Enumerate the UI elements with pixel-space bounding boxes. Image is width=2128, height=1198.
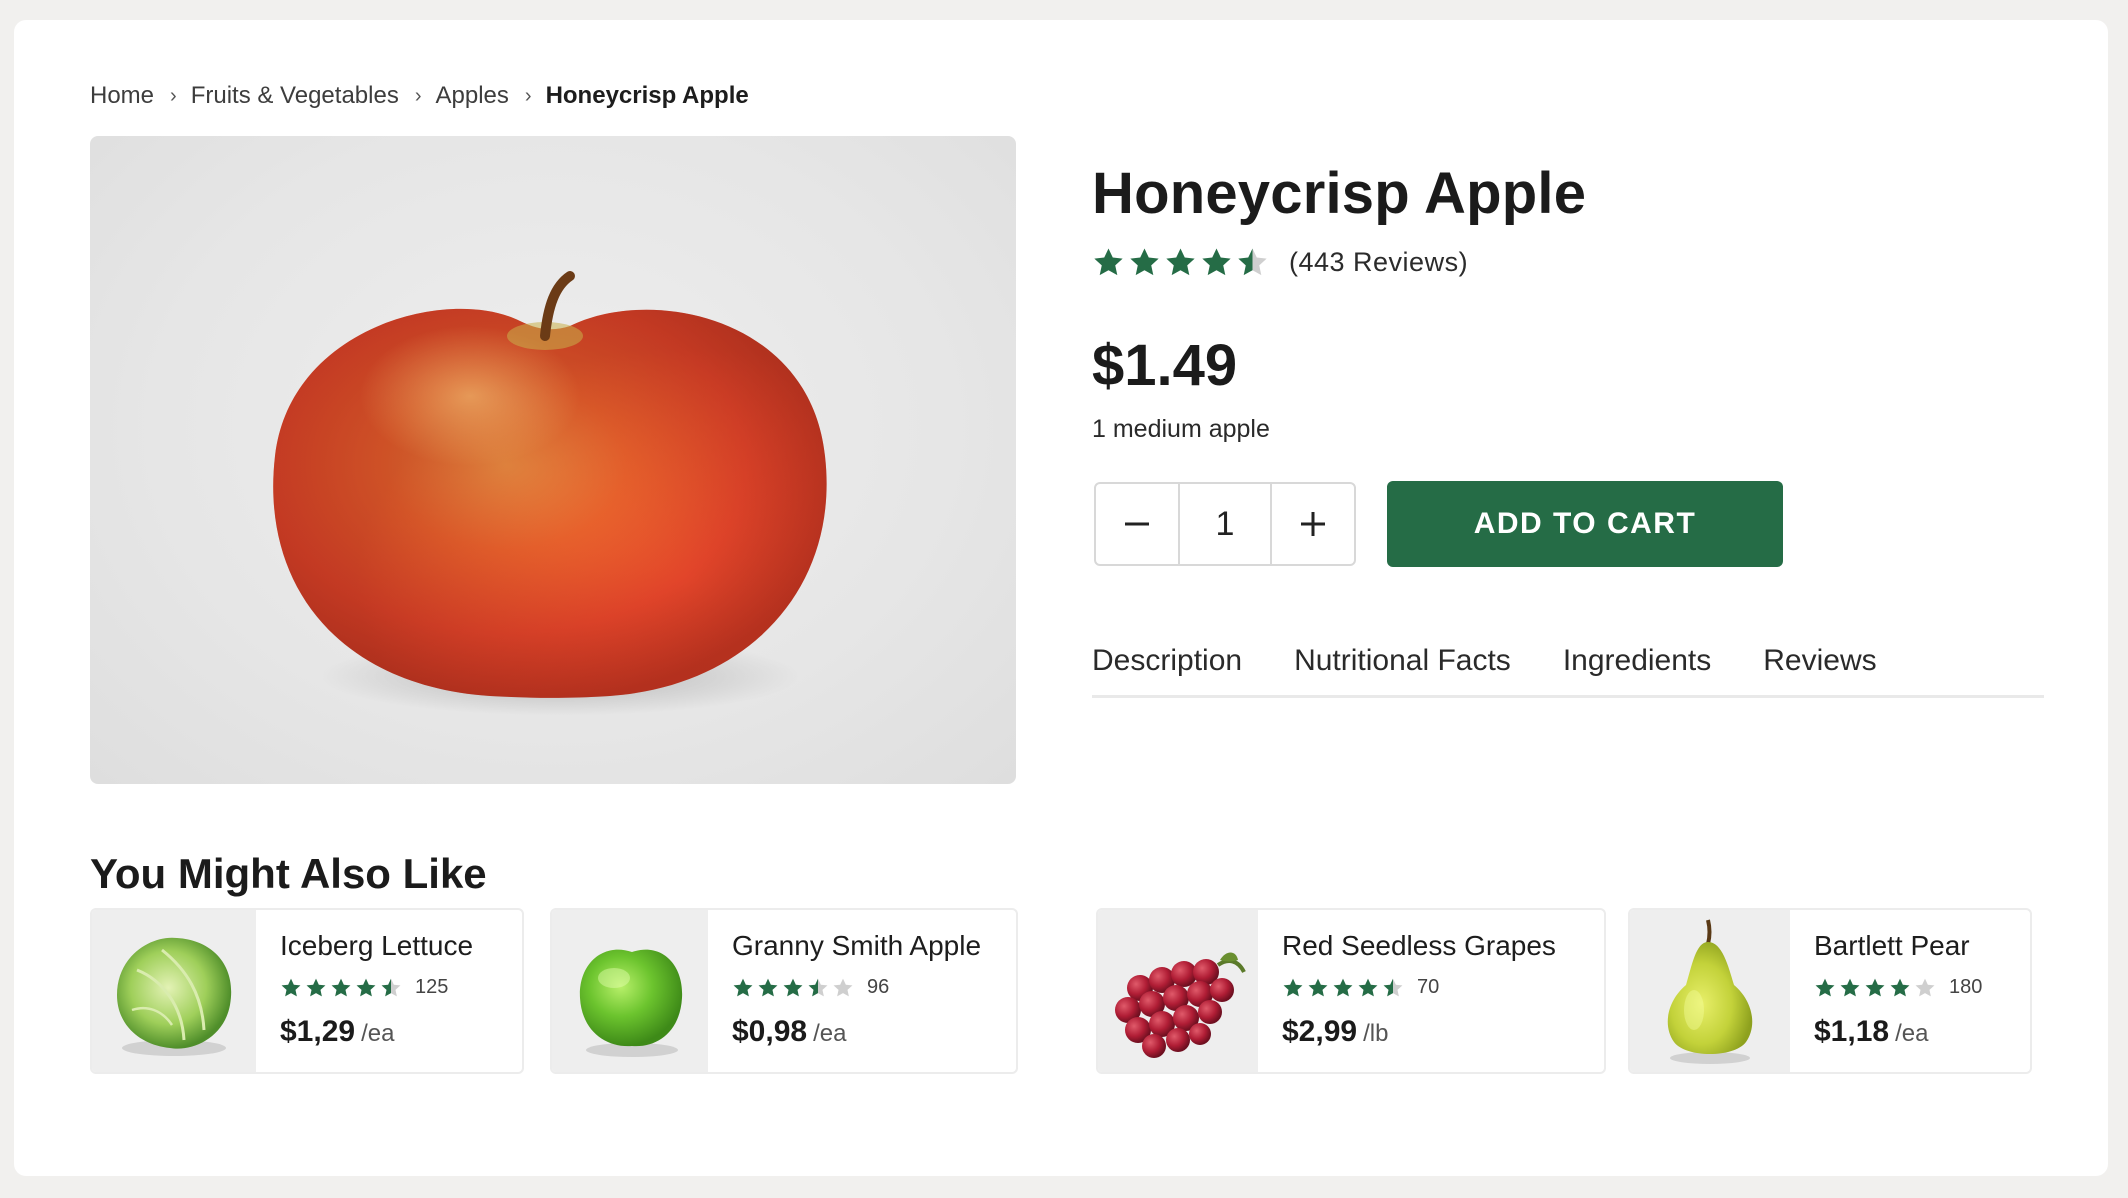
product-image[interactable] (90, 136, 1016, 784)
card-price-unit: /lb (1363, 1020, 1389, 1047)
card-price-unit: /ea (361, 1020, 395, 1047)
chevron-right-icon: › (170, 84, 177, 107)
card-price: $1,29 (280, 1015, 356, 1048)
star-icon (356, 978, 376, 996)
card-review-count: 96 (867, 976, 890, 998)
card-price-row: $2,99 /lb (1282, 1015, 1604, 1049)
star-icon (331, 978, 351, 996)
tab-nutritional-facts[interactable]: Nutritional Facts (1294, 626, 1511, 695)
product-unit: 1 medium apple (1092, 415, 1270, 443)
card-details: Granny Smith Apple 96 $0,98 /ea (708, 910, 1016, 1072)
plus-icon (1301, 512, 1325, 536)
card-price: $0,98 (732, 1015, 808, 1048)
star-icon (1202, 248, 1231, 276)
card-review-count: 125 (415, 976, 449, 998)
product-tabs: Description Nutritional Facts Ingredient… (1092, 626, 2044, 698)
tab-ingredients[interactable]: Ingredients (1563, 626, 1711, 695)
card-name: Red Seedless Grapes (1282, 930, 1556, 961)
star-icon (306, 978, 326, 996)
card-details: Bartlett Pear 180 $1,18 /ea (1790, 910, 2030, 1072)
green-apple-icon (579, 949, 683, 1057)
star-icon (1333, 978, 1353, 996)
card-price: $2,99 (1282, 1015, 1358, 1048)
star-icon (783, 978, 803, 996)
card-name: Bartlett Pear (1814, 930, 1970, 961)
card-stars (1282, 977, 1407, 999)
card-rating: 125 (280, 976, 522, 999)
grapes-icon (1115, 952, 1246, 1058)
star-icon (808, 978, 828, 996)
pear-icon (1667, 919, 1753, 1064)
card-stars (280, 977, 405, 999)
tab-reviews[interactable]: Reviews (1763, 626, 1876, 695)
card-price-row: $1,29 /ea (280, 1015, 522, 1049)
add-to-cart-button[interactable]: ADD TO CART (1387, 481, 1783, 567)
increase-quantity-button[interactable] (1270, 484, 1354, 564)
product-thumbnail (92, 910, 256, 1072)
card-details: Red Seedless Grapes 70 $2,99 /lb (1258, 910, 1604, 1072)
chevron-right-icon: › (414, 84, 422, 107)
product-thumbnail (1098, 910, 1258, 1072)
quantity-input[interactable] (1180, 484, 1270, 564)
star-icon (1840, 978, 1860, 996)
quantity-stepper (1094, 482, 1356, 566)
breadcrumb: Home › Fruits & Vegetables › Apples › Ho… (90, 82, 749, 110)
rating-stars (1092, 246, 1269, 279)
star-icon (1166, 248, 1195, 276)
star-icon (281, 978, 301, 996)
card-review-count: 70 (1417, 976, 1440, 998)
card-rating: 180 (1814, 976, 2030, 999)
card-name: Granny Smith Apple (732, 930, 982, 961)
card-price-row: $1,18 /ea (1814, 1015, 2030, 1049)
review-count[interactable]: (443 Reviews) (1289, 247, 1468, 278)
product-rating[interactable]: (443 Reviews) (1092, 246, 1468, 279)
card-details: Iceberg Lettuce 125 $1,29 /ea (256, 910, 522, 1072)
card-stars (732, 977, 857, 999)
recommendation-card-bartlett-pear[interactable]: Bartlett Pear 180 $1,18 /ea (1628, 908, 2032, 1074)
card-price-unit: /ea (1895, 1020, 1929, 1047)
star-icon (1130, 248, 1159, 276)
product-thumbnail (552, 910, 708, 1072)
lettuce-icon (117, 937, 232, 1056)
recommendations-heading: You Might Also Like (90, 850, 487, 897)
card-review-count: 180 (1949, 976, 1983, 998)
star-icon (381, 978, 401, 996)
star-icon (733, 978, 753, 996)
card-price-unit: /ea (813, 1020, 847, 1047)
tab-description[interactable]: Description (1092, 626, 1242, 695)
decrease-quantity-button[interactable] (1096, 484, 1180, 564)
star-icon (1308, 978, 1328, 996)
product-page: Home › Fruits & Vegetables › Apples › Ho… (14, 20, 2108, 1176)
product-title: Honeycrisp Apple (1092, 161, 1587, 226)
product-thumbnail (1630, 910, 1790, 1072)
star-icon (1890, 978, 1910, 996)
star-icon (1283, 978, 1303, 996)
star-icon (833, 978, 853, 996)
star-icon (1815, 978, 1835, 996)
star-icon (1383, 978, 1403, 996)
star-icon (1915, 978, 1935, 996)
chevron-right-icon: › (524, 84, 532, 107)
apple-photo-icon (273, 271, 827, 716)
breadcrumb-home[interactable]: Home (90, 82, 154, 110)
recommendation-card-red-seedless-grapes[interactable]: Red Seedless Grapes 70 $2,99 /lb (1096, 908, 1606, 1074)
card-price-row: $0,98 /ea (732, 1015, 1016, 1049)
breadcrumb-fruits-vegetables[interactable]: Fruits & Vegetables (191, 82, 399, 110)
card-price: $1,18 (1814, 1015, 1890, 1048)
minus-icon (1125, 522, 1149, 526)
card-name: Iceberg Lettuce (280, 930, 474, 961)
star-icon (758, 978, 778, 996)
product-price: $1.49 (1092, 333, 1238, 398)
card-rating: 96 (732, 976, 1016, 999)
recommendation-card-iceberg-lettuce[interactable]: Iceberg Lettuce 125 $1,29 /ea (90, 908, 524, 1074)
star-icon (1865, 978, 1885, 996)
card-rating: 70 (1282, 976, 1604, 999)
star-icon (1358, 978, 1378, 996)
recommendation-card-granny-smith-apple[interactable]: Granny Smith Apple 96 $0,98 /ea (550, 908, 1018, 1074)
breadcrumb-apples[interactable]: Apples (436, 82, 509, 110)
breadcrumb-current: Honeycrisp Apple (545, 82, 749, 109)
star-icon (1094, 248, 1123, 276)
star-icon (1238, 248, 1267, 276)
card-stars (1814, 977, 1939, 999)
